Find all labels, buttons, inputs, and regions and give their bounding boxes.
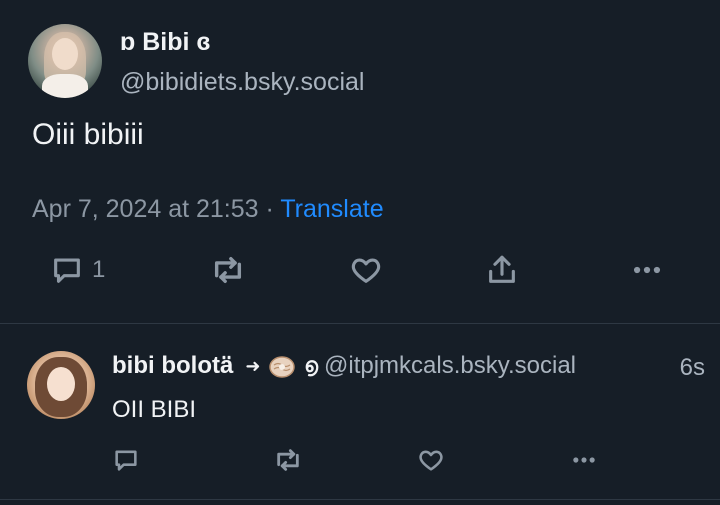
- reply-author-name[interactable]: bibi bolotä̈: [112, 352, 233, 380]
- repost-icon: [208, 253, 248, 287]
- post-text: Oiii bibiii: [32, 118, 144, 151]
- avatar-face: [47, 367, 75, 401]
- author-display-name[interactable]: ɒ Bibi ɞ: [120, 28, 211, 57]
- more-dots-icon: [568, 446, 600, 474]
- avatar[interactable]: [27, 351, 95, 419]
- comment-icon: [50, 253, 84, 287]
- reply-count: 1: [92, 256, 106, 283]
- reply-timestamp: 6s: [679, 354, 705, 381]
- translate-link[interactable]: Translate: [280, 195, 383, 223]
- post-timestamp: Apr 7, 2024 at 21:53: [32, 195, 259, 223]
- oyster-icon: [268, 353, 296, 379]
- meta-separator: ·: [258, 195, 281, 223]
- decorative-glyph: ൭: [304, 354, 319, 377]
- heart-icon: [416, 446, 446, 474]
- avatar[interactable]: [28, 24, 102, 98]
- reply-header: bibi bolotä̈ ➜ ൭ @itpjmkcals.bsky.social: [112, 352, 576, 380]
- post-meta: Apr 7, 2024 at 21:53 · Translate: [32, 195, 384, 224]
- more-button[interactable]: [568, 440, 600, 480]
- share-button[interactable]: [485, 250, 519, 290]
- reply-text: OII BIBI: [112, 396, 197, 423]
- reply-button[interactable]: 1: [50, 250, 105, 290]
- heart-icon: [348, 253, 384, 287]
- arrow-icon: ➜: [245, 355, 261, 376]
- comment-icon: [112, 446, 140, 474]
- share-icon: [485, 253, 519, 287]
- reply-post[interactable]: bibi bolotä̈ ➜ ൭ @itpjmkcals.bsky.social…: [0, 324, 720, 499]
- reply-actions: [0, 440, 720, 476]
- avatar-body: [42, 74, 88, 98]
- avatar-face: [52, 38, 78, 70]
- divider: [0, 499, 720, 500]
- reply-author-handle[interactable]: @itpjmkcals.bsky.social: [324, 352, 576, 380]
- post: ɒ Bibi ɞ @bibidiets.bsky.social Oiii bib…: [0, 0, 720, 323]
- post-actions: 1: [0, 250, 720, 290]
- like-button[interactable]: [416, 440, 446, 480]
- repost-icon: [271, 446, 305, 474]
- reply-button[interactable]: [112, 440, 140, 480]
- more-dots-icon: [630, 253, 664, 287]
- author-handle[interactable]: @bibidiets.bsky.social: [120, 68, 364, 97]
- repost-button[interactable]: [271, 440, 305, 480]
- more-button[interactable]: [630, 250, 664, 290]
- like-button[interactable]: [348, 250, 384, 290]
- repost-button[interactable]: [208, 250, 248, 290]
